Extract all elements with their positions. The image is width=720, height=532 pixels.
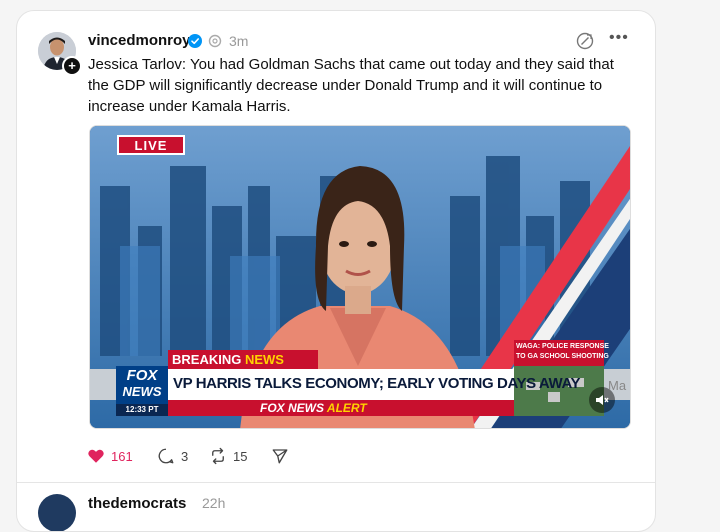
feed-scrollbar[interactable] [656,10,664,500]
share-send-icon [272,449,288,464]
ai-sparkle-icon [208,34,222,48]
muted-speaker-icon[interactable] [594,392,610,408]
share-button[interactable] [271,444,289,468]
next-post-username[interactable]: thedemocrats [88,495,186,512]
reply-bubble-icon [158,448,174,464]
live-badge: LIVE [134,138,168,153]
avatar-wrap[interactable]: + [38,32,82,76]
headline: VP HARRIS TALKS ECONOMY; EARLY VOTING DA… [173,375,581,392]
alert-word: ALERT [326,401,367,415]
reply-count: 3 [181,448,189,464]
post-time[interactable]: 3m [229,33,248,49]
side-caption-1: WAGA: POLICE RESPONSE [516,343,609,350]
ticker-edge-text: Ma [608,378,627,393]
breaking-label: BREAKING NEWS [172,352,284,368]
like-button[interactable]: 161 [87,444,133,468]
side-caption-2: TO GA SCHOOL SHOOTING [516,353,609,360]
alert-strap: FOX NEWS ALERT [260,401,367,416]
post-username[interactable]: vincedmonroy [88,32,191,49]
breaking-word: BREAKING [172,352,242,367]
post-text: Jessica Tarlov: You had Goldman Sachs th… [88,56,614,115]
alert-brand: FOX NEWS [260,401,325,415]
post[interactable]: + vincedmonroy 3m ••• Jessica Tarlov: Yo… [17,11,655,481]
fox-logo-top: FOX [126,367,158,384]
verified-badge-icon [188,34,202,48]
video-player[interactable]: LIVE BREAKING NEWS VP HARRIS TALKS ECONO… [89,125,631,429]
like-count: 161 [111,448,133,464]
heart-icon [88,449,104,463]
fox-logo-bottom: NEWS [122,384,162,399]
feed-card: + vincedmonroy 3m ••• Jessica Tarlov: Yo… [16,10,656,532]
broadcast-clock: 12:33 PT [125,405,159,414]
follow-plus-icon[interactable]: + [62,56,82,76]
repost-icon [212,447,224,465]
repost-button[interactable]: 15 [209,444,247,468]
mute-post-icon[interactable] [575,31,595,51]
reply-button[interactable]: 3 [157,444,188,468]
breaking-news-word: NEWS [244,352,284,367]
next-post[interactable]: thedemocrats 22h [17,482,655,531]
repost-count: 15 [233,448,248,464]
more-options-icon[interactable]: ••• [609,30,629,47]
next-post-time[interactable]: 22h [202,495,225,511]
